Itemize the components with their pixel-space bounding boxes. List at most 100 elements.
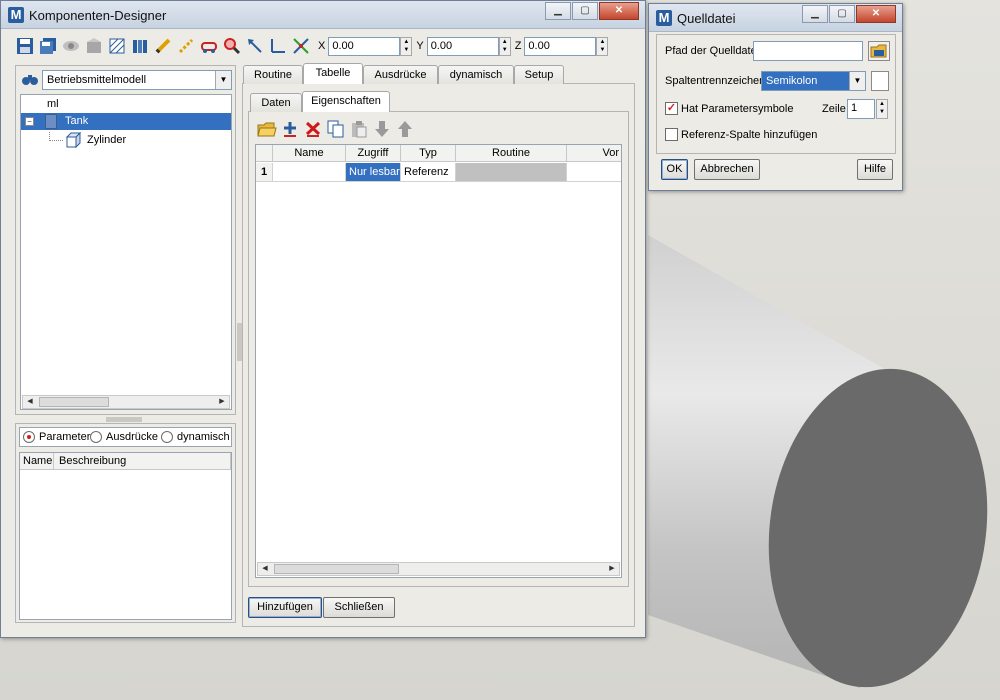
layers-icon[interactable]	[130, 36, 150, 56]
move-down-icon[interactable]	[372, 119, 392, 139]
radio-parameter[interactable]	[23, 431, 35, 443]
z-input[interactable]: 0.00	[524, 36, 597, 56]
dashed-pencil-icon[interactable]	[176, 36, 196, 56]
pencil-icon[interactable]	[153, 36, 173, 56]
designer-window: M Komponenten-Designer ▁ ▢ ✕ X 0.00 ▲ ▼ Y…	[0, 0, 646, 638]
close-button[interactable]: ✕	[599, 2, 639, 20]
hat-param-checkbox[interactable]: ✓	[665, 102, 678, 115]
tab-tabelle[interactable]: Tabelle	[303, 63, 363, 84]
scroll-right-icon[interactable]: ▶	[605, 563, 619, 575]
hatch-icon[interactable]	[107, 36, 127, 56]
paste-icon[interactable]	[349, 119, 369, 139]
abbrechen-button[interactable]: Abbrechen	[694, 159, 760, 180]
tree-item-ml[interactable]: ml	[47, 96, 59, 113]
add-button[interactable]: Hinzufügen	[248, 597, 322, 618]
quelldatei-dialog: M Quelldatei ▁ ▢ ✕ Pfad der Quelldatei S…	[648, 3, 903, 191]
axis-icon[interactable]	[268, 36, 288, 56]
tab-dynamisch[interactable]: dynamisch	[438, 65, 514, 84]
open-folder-icon[interactable]	[257, 119, 277, 139]
tree-view[interactable]: ml − Tank Zylinder ◀ ▶	[20, 94, 232, 410]
ref-spalte-checkbox[interactable]	[665, 128, 678, 141]
param-list[interactable]: Name Beschreibung	[19, 452, 232, 620]
scroll-thumb[interactable]	[274, 564, 399, 574]
quelldatei-form: Pfad der Quelldatei Spaltentrennzeichen …	[656, 34, 896, 154]
hat-param-label: Hat Parametersymbole	[681, 103, 794, 115]
row-number[interactable]: 1	[256, 163, 273, 182]
spalten-select-value: Semikolon	[766, 75, 818, 87]
add-icon[interactable]	[280, 119, 300, 139]
chevron-down-icon[interactable]: ▼	[849, 72, 865, 90]
col-header-zugriff[interactable]: Zugriff	[346, 145, 401, 162]
copy-icon[interactable]	[326, 119, 346, 139]
arrow-icon[interactable]	[245, 36, 265, 56]
properties-grid[interactable]: Name Zugriff Typ Routine Vor 1 Nur lesba…	[255, 144, 622, 578]
spalten-select[interactable]: Semikolon ▼	[761, 71, 866, 91]
col-header-typ[interactable]: Typ	[401, 145, 456, 162]
tree-hscroll[interactable]: ◀ ▶	[22, 395, 230, 409]
x-spinner[interactable]: ▲ ▼	[400, 36, 413, 56]
row-header-corner	[256, 145, 273, 162]
close-button[interactable]: ✕	[856, 5, 896, 23]
cell-routine[interactable]	[456, 163, 567, 182]
tab-ausdruecke[interactable]: Ausdrücke	[363, 65, 438, 84]
zeile-input[interactable]: 1	[847, 99, 875, 119]
app-logo-icon: M	[8, 7, 24, 23]
col-header-beschreibung[interactable]: Beschreibung	[54, 453, 231, 470]
model-select[interactable]: Betriebsmittelmodell ▼	[42, 70, 232, 90]
z-spinner[interactable]: ▲ ▼	[596, 36, 609, 56]
model-select-value: Betriebsmittelmodell	[47, 74, 147, 86]
delete-icon[interactable]	[303, 119, 323, 139]
zeile-spinner[interactable]: ▲ ▼	[876, 99, 888, 119]
spalten-label: Spaltentrennzeichen	[665, 75, 766, 87]
scroll-right-icon[interactable]: ▶	[215, 396, 229, 408]
package-icon[interactable]	[84, 36, 104, 56]
chevron-down-icon[interactable]: ▼	[215, 71, 231, 89]
scroll-left-icon[interactable]: ◀	[258, 563, 272, 575]
main-toolbar: X 0.00 ▲ ▼ Y 0.00 ▲ ▼ Z 0.00 ▲ ▼	[15, 34, 609, 58]
scroll-thumb[interactable]	[39, 397, 109, 407]
color-swatch[interactable]	[871, 71, 889, 91]
designer-titlebar[interactable]: M Komponenten-Designer ▁ ▢ ✕	[1, 1, 645, 29]
maximize-button[interactable]: ▢	[572, 2, 598, 20]
x-input[interactable]: 0.00	[328, 36, 401, 56]
tab-routine[interactable]: Routine	[243, 65, 303, 84]
pfad-label: Pfad der Quelldatei	[665, 45, 760, 57]
y-spinner[interactable]: ▲ ▼	[498, 36, 511, 56]
view-icon[interactable]	[61, 36, 81, 56]
cell-vor[interactable]	[567, 163, 621, 182]
tree-item-tank[interactable]: − Tank	[21, 113, 231, 130]
scroll-left-icon[interactable]: ◀	[23, 396, 37, 408]
radio-dynamisch[interactable]	[161, 431, 173, 443]
col-header-name[interactable]: Name	[273, 145, 346, 162]
cell-zugriff[interactable]: Nur lesbar	[346, 163, 401, 182]
col-header-name[interactable]: Name	[20, 453, 54, 470]
save-icon[interactable]	[15, 36, 35, 56]
ok-button[interactable]: OK	[661, 159, 688, 180]
cell-typ[interactable]: Referenz	[401, 163, 456, 182]
cell-name[interactable]	[273, 163, 346, 182]
minimize-button[interactable]: ▁	[545, 2, 571, 20]
subtab-daten[interactable]: Daten	[250, 93, 302, 112]
browse-folder-icon[interactable]	[868, 41, 890, 61]
hilfe-button[interactable]: Hilfe	[857, 159, 893, 180]
horizontal-splitter[interactable]	[106, 417, 142, 422]
pfad-input[interactable]	[753, 41, 863, 61]
radio-ausdruecke[interactable]	[90, 431, 102, 443]
tree-item-zylinder[interactable]: Zylinder	[49, 131, 229, 149]
close-dialog-button[interactable]: Schließen	[323, 597, 395, 618]
subtab-eigenschaften[interactable]: Eigenschaften	[302, 91, 390, 112]
save-copy-icon[interactable]	[38, 36, 58, 56]
maximize-button[interactable]: ▢	[829, 5, 855, 23]
scale-icon[interactable]	[291, 36, 311, 56]
tab-setup[interactable]: Setup	[514, 65, 564, 84]
minimize-button[interactable]: ▁	[802, 5, 828, 23]
col-header-routine[interactable]: Routine	[456, 145, 567, 162]
quelldatei-titlebar[interactable]: M Quelldatei ▁ ▢ ✕	[649, 4, 902, 32]
zoom-icon[interactable]	[222, 36, 242, 56]
link-icon[interactable]	[199, 36, 219, 56]
grid-hscroll[interactable]: ◀ ▶	[257, 562, 620, 576]
col-header-vor[interactable]: Vor	[567, 145, 621, 162]
move-up-icon[interactable]	[395, 119, 415, 139]
collapse-icon[interactable]: −	[25, 117, 34, 126]
y-input[interactable]: 0.00	[426, 36, 499, 56]
